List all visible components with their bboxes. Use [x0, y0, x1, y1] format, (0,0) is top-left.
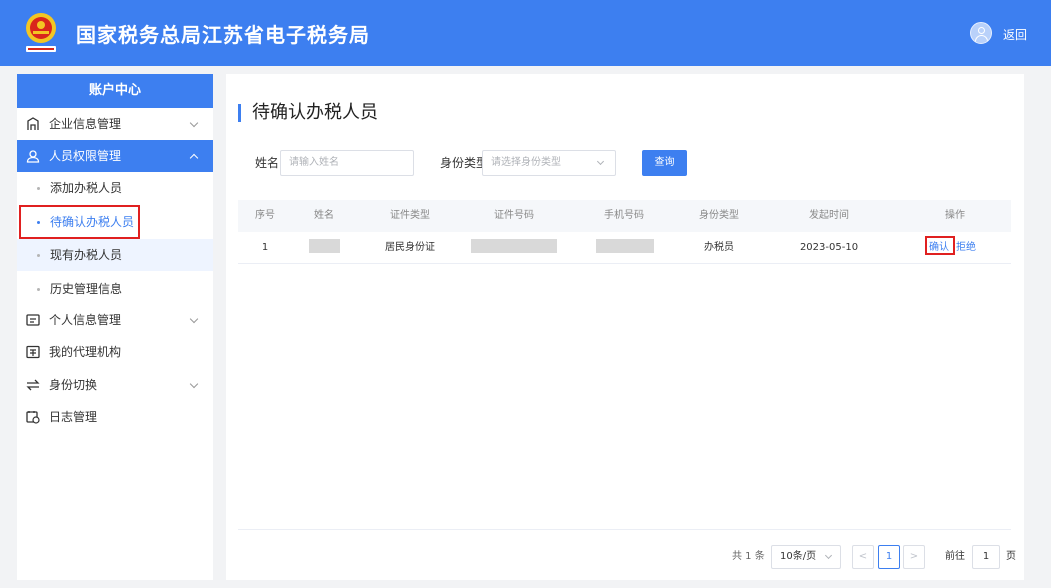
next-page-button[interactable]: > — [903, 545, 925, 569]
column-header: 证件类型 — [390, 210, 430, 221]
user-shield-icon — [26, 150, 40, 163]
column-header: 身份类型 — [699, 210, 739, 221]
divider — [238, 529, 1011, 530]
sidebar-item-label: 我的代理机构 — [49, 345, 122, 359]
chevron-down-icon — [189, 379, 199, 389]
agency-icon — [26, 345, 40, 359]
sidebar-subitem-label: 现有办税人员 — [50, 248, 123, 262]
main-panel: 待确认办税人员 姓名 请输入姓名 身份类型 请选择身份类型 查询 序号 姓名 证… — [226, 74, 1024, 580]
sidebar-subitem-label: 历史管理信息 — [50, 282, 123, 296]
masked-id-number — [471, 239, 557, 253]
sidebar-item-label: 个人信息管理 — [49, 313, 122, 327]
calendar-log-icon — [26, 411, 40, 424]
sidebar-item-label: 身份切换 — [49, 378, 98, 392]
column-header: 发起时间 — [809, 210, 849, 221]
sidebar: 账户中心 企业信息管理 人员权限管理 添加办税人员 待确认办税人员 现有办税人员… — [17, 74, 213, 580]
page-title: 待确认办税人员 — [238, 104, 378, 122]
sidebar-item-permission[interactable]: 人员权限管理 — [17, 140, 213, 172]
chevron-up-icon — [189, 153, 199, 163]
masked-name — [309, 239, 340, 253]
bullet-icon — [37, 254, 40, 257]
column-header: 手机号码 — [604, 210, 644, 221]
pagination-total: 共 1 条 — [732, 551, 765, 562]
row-time: 2023-05-10 — [799, 242, 859, 253]
name-filter-label: 姓名 — [255, 156, 280, 170]
sidebar-subitem-pending-taxpayer[interactable]: 待确认办税人员 — [17, 206, 213, 238]
confirm-link[interactable]: 确认 — [929, 232, 949, 264]
bullet-icon — [37, 187, 40, 190]
sidebar-subitem-add-taxpayer[interactable]: 添加办税人员 — [17, 172, 213, 204]
top-header: 国家税务总局江苏省电子税务局 返回 — [0, 0, 1051, 66]
building-icon — [27, 117, 39, 130]
id-card-icon — [26, 314, 40, 326]
prev-page-button[interactable]: < — [852, 545, 874, 569]
chevron-down-icon — [596, 157, 605, 166]
column-header: 证件号码 — [494, 210, 534, 221]
goto-page-input[interactable]: 1 — [972, 545, 1000, 569]
site-title: 国家税务总局江苏省电子税务局 — [76, 23, 370, 47]
column-header: 序号 — [255, 210, 275, 221]
sidebar-subitem-current-taxpayer[interactable]: 现有办税人员 — [17, 239, 213, 271]
bullet-icon — [37, 221, 40, 224]
bullet-icon — [37, 288, 40, 291]
search-button[interactable]: 查询 — [642, 150, 687, 176]
column-header: 姓名 — [314, 210, 334, 221]
goto-suffix: 页 — [1006, 551, 1016, 562]
reject-link[interactable]: 拒绝 — [956, 232, 976, 264]
identity-type-label: 身份类型 — [440, 156, 489, 170]
sidebar-item-log[interactable]: 日志管理 — [17, 401, 213, 433]
sidebar-item-identity-switch[interactable]: 身份切换 — [17, 369, 213, 401]
row-index: 1 — [261, 242, 269, 253]
table-header: 序号 姓名 证件类型 证件号码 手机号码 身份类型 发起时间 操作 — [238, 200, 1011, 232]
row-id-type: 居民身份证 — [385, 242, 435, 253]
tax-emblem-logo — [26, 13, 56, 52]
masked-phone — [596, 239, 654, 253]
identity-type-select[interactable]: 请选择身份类型 — [482, 150, 616, 176]
switch-icon — [26, 379, 40, 391]
chevron-down-icon — [189, 118, 199, 128]
identity-type-placeholder: 请选择身份类型 — [491, 157, 561, 168]
goto-prefix: 前往 — [945, 551, 965, 562]
sidebar-item-personal-info[interactable]: 个人信息管理 — [17, 304, 213, 336]
page-size-select[interactable]: 10条/页 — [771, 545, 841, 569]
user-avatar-icon[interactable] — [970, 22, 992, 44]
sidebar-item-label: 日志管理 — [49, 410, 98, 424]
back-link[interactable]: 返回 — [1003, 26, 1027, 43]
sidebar-subitem-history[interactable]: 历史管理信息 — [17, 273, 213, 305]
chevron-down-icon — [824, 551, 833, 560]
name-search-input[interactable]: 请输入姓名 — [280, 150, 414, 176]
page-size-value: 10条/页 — [780, 551, 817, 562]
sidebar-item-enterprise-info[interactable]: 企业信息管理 — [17, 108, 213, 140]
sidebar-item-agency[interactable]: 我的代理机构 — [17, 336, 213, 368]
page-1-button[interactable]: 1 — [878, 545, 900, 569]
column-header: 操作 — [945, 210, 965, 221]
row-role: 办税员 — [704, 242, 734, 253]
sidebar-subitem-label: 添加办税人员 — [50, 181, 123, 195]
sidebar-title: 账户中心 — [17, 74, 213, 108]
sidebar-item-label: 人员权限管理 — [49, 149, 122, 163]
sidebar-item-label: 企业信息管理 — [49, 117, 122, 131]
sidebar-subitem-label: 待确认办税人员 — [50, 215, 135, 229]
table-row: 1 居民身份证 办税员 2023-05-10 确认 拒绝 — [238, 232, 1011, 264]
chevron-down-icon — [189, 314, 199, 324]
